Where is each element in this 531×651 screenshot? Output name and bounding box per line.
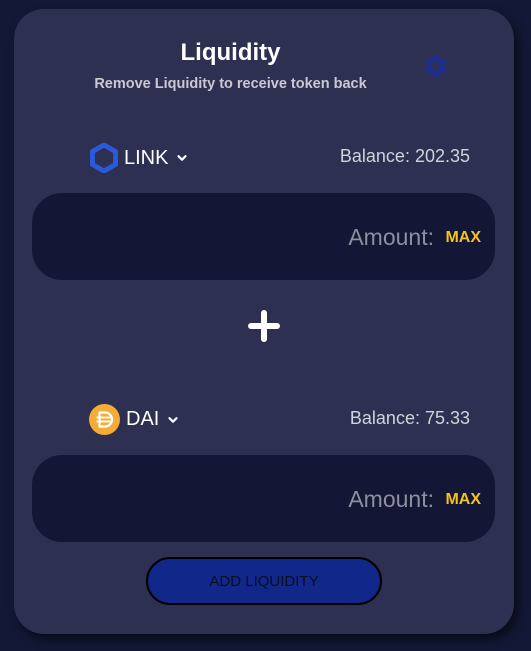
- token-a-balance: Balance: 202.35: [339, 146, 470, 166]
- token-b-symbol: DAI: [126, 408, 160, 430]
- token-b-amount-box: MAX: [32, 455, 495, 544]
- dai-coin-icon: [89, 404, 120, 435]
- chevron-down-icon: [177, 155, 188, 161]
- token-a-symbol: LINK: [124, 146, 169, 169]
- liquidity-card: Liquidity Remove Liquidity to receive to…: [14, 9, 514, 634]
- token-a-selector[interactable]: LINK: [90, 143, 188, 173]
- token-b-balance: Balance: 75.33: [349, 408, 470, 428]
- token-a-amount-input[interactable]: [52, 193, 436, 282]
- link-hexagon-icon: [90, 143, 118, 173]
- page-subtitle: Remove Liquidity to receive token back: [94, 76, 367, 92]
- token-a-amount-box: MAX: [32, 193, 495, 282]
- gear-icon[interactable]: [422, 52, 450, 80]
- plus-icon: [248, 310, 280, 342]
- token-b-amount-input[interactable]: [52, 455, 436, 544]
- token-b-selector[interactable]: DAI: [89, 404, 179, 435]
- token-b-max-button[interactable]: MAX: [445, 491, 481, 509]
- chevron-down-icon: [168, 416, 178, 423]
- add-liquidity-button[interactable]: ADD LIQUIDITY: [146, 557, 382, 605]
- token-a-max-button[interactable]: MAX: [445, 229, 481, 247]
- page-title: Liquidity: [180, 39, 281, 66]
